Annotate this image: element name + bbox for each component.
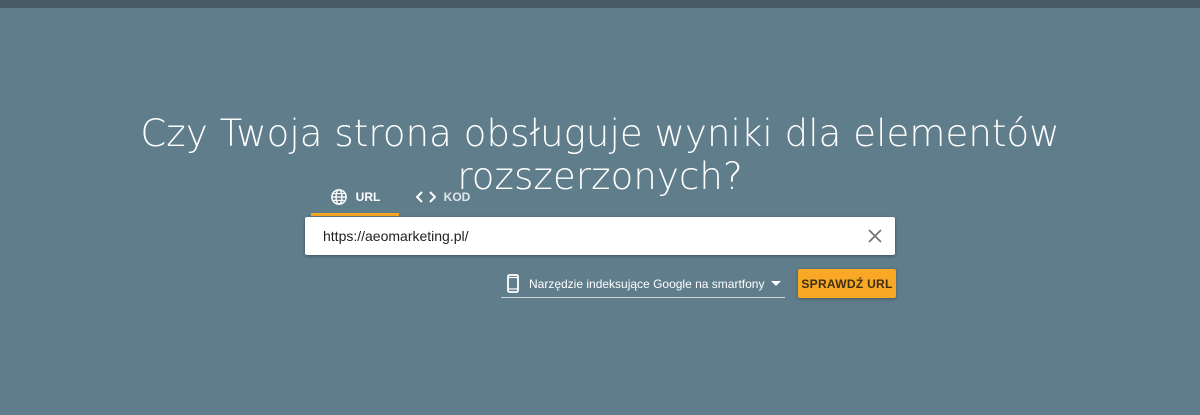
top-bar [0,0,1200,8]
url-input-container [305,217,895,255]
user-agent-label: Narzędzie indeksujące Google na smartfon… [529,276,765,291]
tab-code[interactable]: KOD [399,180,487,214]
input-mode-tabs: URL KOD [311,180,487,216]
tab-url[interactable]: URL [311,180,399,216]
tab-url-label: URL [355,189,381,204]
globe-icon [330,188,348,206]
tab-code-label: KOD [443,190,471,204]
user-agent-select[interactable]: Narzędzie indeksujące Google na smartfon… [501,270,785,298]
url-input[interactable] [323,217,843,255]
chevron-down-icon [771,280,781,287]
smartphone-icon [507,274,519,293]
page-title: Czy Twoja strona obsługuje wyniki dla el… [140,112,1060,198]
clear-input-button[interactable] [865,226,885,246]
close-icon [868,229,882,243]
code-icon [415,190,436,204]
check-url-button[interactable]: SPRAWDŹ URL [798,269,896,298]
